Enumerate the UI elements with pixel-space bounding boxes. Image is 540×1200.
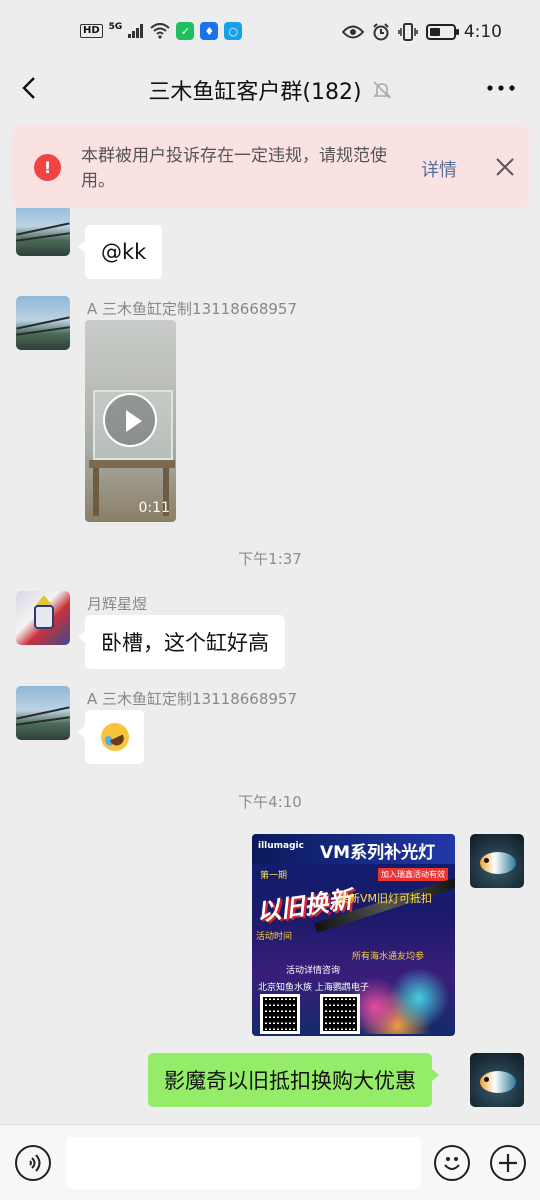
status-bar: HD 5G ✓ ♦ ○ 4:10: [0, 0, 540, 66]
warning-text: 本群被用户投诉存在一定违规，请规范使用。: [81, 146, 387, 191]
more-button[interactable]: [486, 78, 516, 98]
timestamp: 下午1:37: [238, 550, 302, 568]
plus-icon: [499, 1154, 517, 1172]
battery-icon: [425, 24, 459, 40]
poster-shops: 北京知鱼水族 上海鹦鹉电子: [258, 983, 369, 993]
signal-icon: [128, 24, 144, 38]
poster-period: 第一期: [260, 871, 288, 881]
poster-tag: 加入瑞鑫活动有效: [378, 868, 448, 881]
video-duration: 0:11: [138, 500, 170, 516]
laughing-crying-emoji-icon: [95, 718, 134, 756]
bulb-icon: ♦: [200, 22, 219, 40]
eye-icon: [341, 25, 364, 39]
qr-code-icon: [320, 994, 360, 1034]
sender-name: 月辉星煜: [87, 595, 148, 613]
message-bubble-self[interactable]: 影魔奇以旧抵扣换购大优惠: [148, 1053, 439, 1107]
violation-warning-banner: ! 本群被用户投诉存在一定违规，请规范使用。 详情: [12, 126, 529, 208]
timestamp: 下午4:10: [238, 793, 302, 811]
5g-label: 5G: [108, 22, 123, 32]
message-text: 卧槽，这个缸好高: [101, 631, 269, 655]
clock: 4:10: [463, 22, 502, 42]
close-icon[interactable]: [494, 156, 516, 178]
message-bubble[interactable]: [78, 710, 144, 764]
poster-scope: 所有海水通友均参: [352, 952, 425, 962]
my-avatar[interactable]: [470, 1053, 524, 1107]
avatar[interactable]: [16, 686, 70, 740]
avatar[interactable]: [16, 208, 70, 256]
chat-title: 三木鱼缸客户群(182): [148, 80, 362, 105]
alert-icon: !: [34, 154, 61, 181]
vibrate-icon: [398, 23, 418, 41]
poster-brand: illumagic: [258, 841, 304, 851]
poster-title: VM系列补光灯: [320, 843, 436, 863]
poster-contact: 活动详情咨询: [286, 966, 341, 976]
wechat-icon: ✓: [176, 22, 195, 40]
voice-button[interactable]: [15, 1145, 51, 1181]
message-bubble[interactable]: @kk: [77, 225, 163, 279]
wifi-icon: [150, 23, 170, 39]
avatar[interactable]: [16, 591, 70, 645]
image-message-poster[interactable]: illumagic VM系列补光灯 第一期 加入瑞鑫活动有效 以旧换新 买新VM…: [252, 834, 455, 1036]
sender-name: A 三木鱼缸定制13118668957: [87, 300, 298, 318]
voice-icon: [29, 1154, 41, 1172]
emoji-icon: [444, 1157, 460, 1170]
play-icon[interactable]: [103, 393, 157, 447]
my-avatar[interactable]: [470, 834, 524, 888]
hd-badge: HD: [80, 24, 103, 38]
poster-activity: 活动时间: [256, 932, 293, 942]
message-input[interactable]: [66, 1137, 421, 1189]
search-app-icon: ○: [224, 22, 243, 40]
message-text: 影魔奇以旧抵扣换购大优惠: [164, 1069, 416, 1093]
message-text: @kk: [101, 240, 147, 264]
sender-name: A 三木鱼缸定制13118668957: [87, 690, 298, 708]
video-message[interactable]: 0:11: [85, 320, 176, 522]
chat-header: 三木鱼缸客户群(182): [0, 66, 540, 112]
qr-code-icon: [260, 994, 300, 1034]
avatar[interactable]: [16, 296, 70, 350]
warning-detail-link[interactable]: 详情: [421, 156, 457, 182]
input-bar: [0, 1124, 540, 1200]
bell-off-icon: [372, 81, 391, 99]
plus-button[interactable]: [490, 1145, 526, 1181]
poster-subtitle: 买新VM旧灯可抵扣: [338, 892, 433, 905]
emoji-button[interactable]: [434, 1145, 470, 1181]
alarm-icon: [373, 23, 389, 41]
message-bubble[interactable]: 卧槽，这个缸好高: [78, 615, 285, 669]
message-list[interactable]: @kk A 三木鱼缸定制13118668957 0:11 下午1:37 月辉星煜…: [0, 208, 540, 1124]
